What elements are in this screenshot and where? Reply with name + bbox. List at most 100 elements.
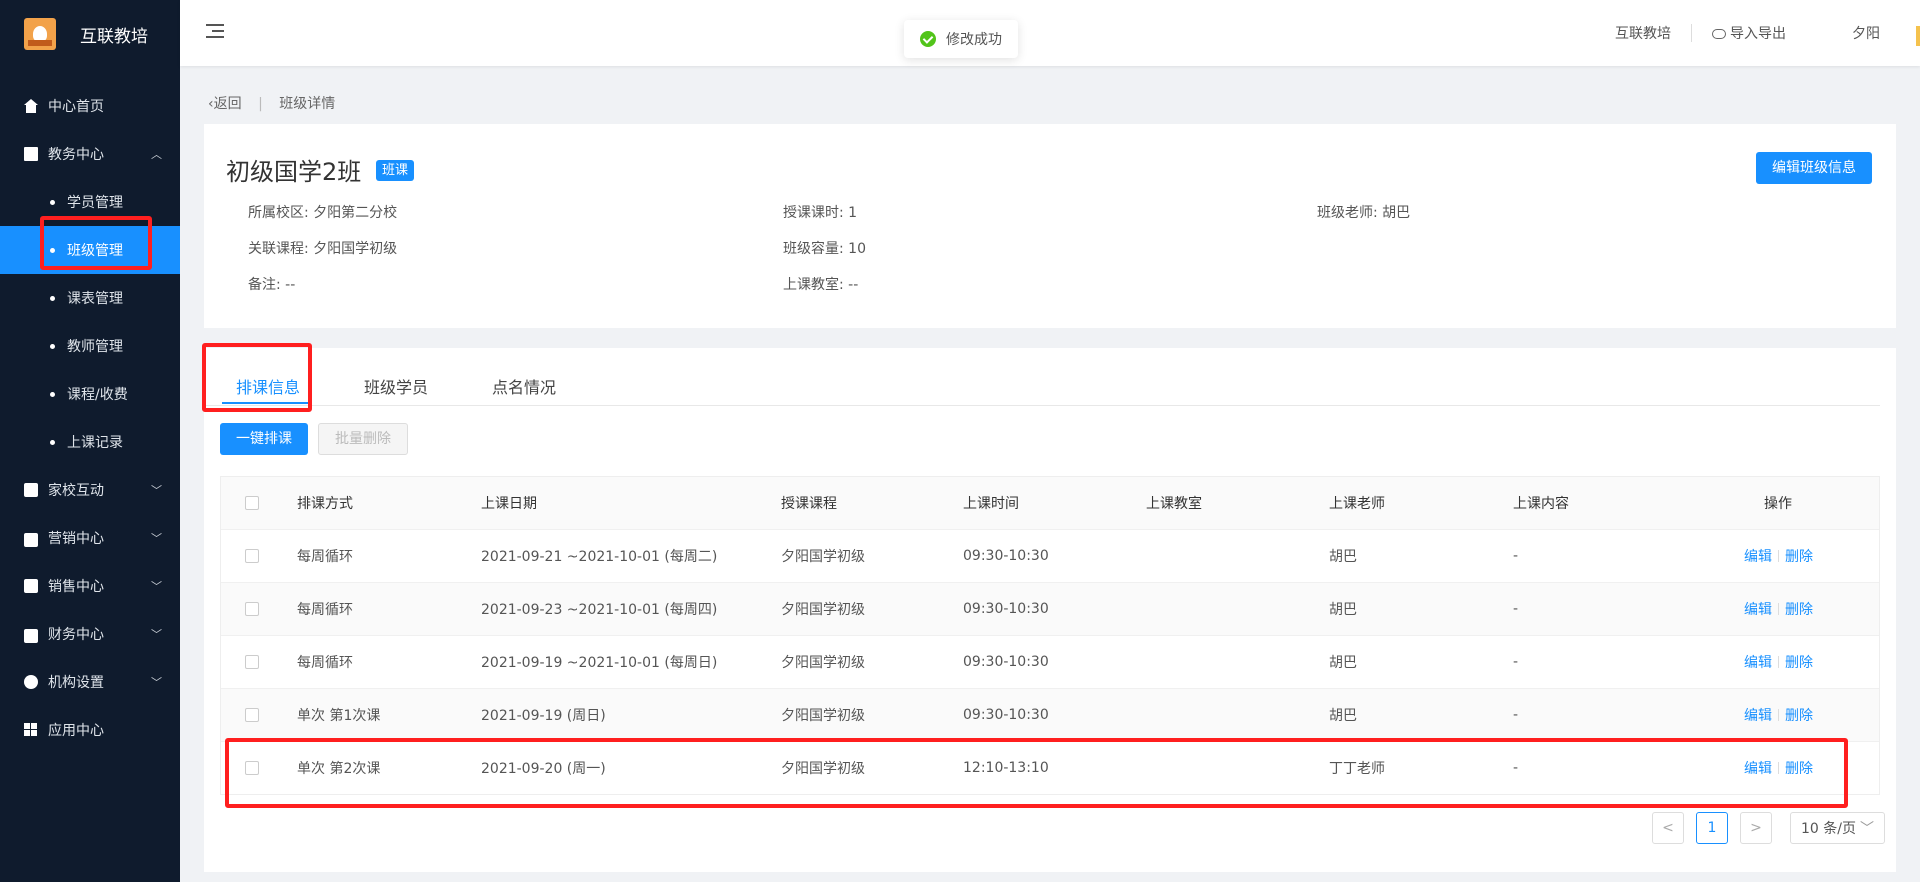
table-header: 排课方式 上课日期 授课课程 上课时间 上课教室 上课老师 上课内容 操作	[221, 477, 1879, 529]
cell-course: 夕阳国学初级	[781, 602, 865, 618]
sidebar-item-apps[interactable]: 应用中心	[0, 706, 180, 754]
success-icon	[920, 31, 936, 47]
sidebar-item-marketing[interactable]: 营销中心 ﹀	[0, 514, 180, 562]
cell-teacher: 胡巴	[1329, 708, 1357, 724]
header-actions: 互联教培 导入导出 夕阳	[1595, 0, 1900, 66]
cell-time: 09:30-10:30	[963, 601, 1049, 617]
tab-attendance[interactable]: 点名情况	[492, 374, 556, 398]
row-actions: 编辑 删除	[1744, 530, 1813, 582]
page-size-select[interactable]: 10 条/页 ﹀	[1790, 812, 1885, 844]
cell-content: -	[1513, 654, 1519, 670]
row-checkbox[interactable]	[245, 689, 259, 741]
sidebar-item-label: 教师管理	[67, 339, 123, 355]
row-actions: 编辑 删除	[1744, 583, 1813, 635]
cell-content: -	[1513, 707, 1519, 723]
success-toast: 修改成功	[904, 20, 1018, 58]
sidebar-item-label: 机构设置	[48, 675, 104, 691]
book-icon	[24, 147, 38, 161]
bullet-icon	[50, 247, 55, 253]
delete-link[interactable]: 删除	[1785, 705, 1813, 725]
grid-icon	[24, 723, 38, 737]
sidebar-item-home-school[interactable]: 家校互动 ﹀	[0, 466, 180, 514]
logo-title: 互联教培	[80, 26, 148, 47]
schedule-panel: 排课信息 班级学员 点名情况 一键排课 批量删除 排课方式 上课日期 授课课程 …	[204, 348, 1896, 872]
remark-info: 备注: --	[248, 277, 296, 293]
sidebar-item-courses[interactable]: 课程/收费	[0, 370, 180, 418]
sidebar-item-finance[interactable]: 财务中心 ﹀	[0, 610, 180, 658]
hours-info: 授课课时: 1	[783, 205, 858, 221]
sidebar-item-records[interactable]: 上课记录	[0, 418, 180, 466]
bullet-icon	[50, 391, 55, 397]
table-row: 每周循环 2021-09-23 ~2021-10-01 (每周四) 夕阳国学初级…	[221, 582, 1879, 635]
sidebar: 互联教培 中心首页 教务中心 ︿ 学员管理 班级管理 课表管理 教师管理 课程/…	[0, 0, 180, 882]
sidebar-item-academic[interactable]: 教务中心 ︿	[0, 130, 180, 178]
delete-link[interactable]: 删除	[1785, 599, 1813, 619]
cloud-icon	[1712, 29, 1726, 39]
sidebar-item-sales[interactable]: 销售中心 ﹀	[0, 562, 180, 610]
sidebar-item-students[interactable]: 学员管理	[0, 178, 180, 226]
edit-class-info-button[interactable]: 编辑班级信息	[1756, 152, 1872, 184]
sidebar-item-settings[interactable]: 机构设置 ﹀	[0, 658, 180, 706]
breadcrumb: ‹返回 | 班级详情	[208, 93, 335, 113]
tab-schedule-info[interactable]: 排课信息	[236, 374, 300, 398]
cell-date: 2021-09-19 (周日)	[481, 708, 606, 724]
class-info-card: 初级国学2班 班课 编辑班级信息 所属校区: 夕阳第二分校 关联课程: 夕阳国学…	[204, 124, 1896, 328]
row-checkbox[interactable]	[245, 636, 259, 688]
menu-collapse-icon[interactable]	[206, 24, 224, 38]
cell-time: 12:10-13:10	[963, 760, 1049, 776]
cell-date: 2021-09-21 ~2021-10-01 (每周二)	[481, 549, 718, 565]
auto-schedule-button[interactable]: 一键排课	[220, 423, 308, 455]
sidebar-item-teachers[interactable]: 教师管理	[0, 322, 180, 370]
cell-date: 2021-09-20 (周一)	[481, 761, 606, 777]
column-header: 上课老师	[1329, 496, 1385, 512]
back-link[interactable]: ‹返回	[208, 96, 242, 112]
delete-link[interactable]: 删除	[1785, 758, 1813, 778]
import-export-link[interactable]: 导入导出	[1692, 23, 1806, 43]
bag-icon	[24, 533, 38, 547]
delete-link[interactable]: 删除	[1785, 546, 1813, 566]
toast-message: 修改成功	[946, 32, 1002, 48]
campus-info: 所属校区: 夕阳第二分校	[248, 205, 398, 221]
tab-class-students[interactable]: 班级学员	[364, 374, 428, 398]
home-icon	[24, 99, 38, 113]
capacity-info: 班级容量: 10	[783, 241, 866, 257]
next-page-button[interactable]: >	[1740, 812, 1772, 844]
user-name[interactable]: 夕阳	[1806, 23, 1900, 43]
sidebar-item-home[interactable]: 中心首页	[0, 82, 180, 130]
delete-link[interactable]: 删除	[1785, 652, 1813, 672]
edit-link[interactable]: 编辑	[1744, 546, 1772, 566]
batch-delete-button[interactable]: 批量删除	[318, 423, 408, 455]
column-header: 授课课程	[781, 496, 837, 512]
course-info: 关联课程: 夕阳国学初级	[248, 241, 398, 257]
row-actions: 编辑 删除	[1744, 689, 1813, 741]
chevron-down-icon: ﹀	[151, 676, 162, 689]
column-header: 操作	[1764, 496, 1792, 512]
row-actions: 编辑 删除	[1744, 742, 1813, 794]
cell-course: 夕阳国学初级	[781, 708, 865, 724]
page-1-button[interactable]: 1	[1696, 812, 1728, 844]
logo: 互联教培	[0, 0, 180, 68]
row-checkbox[interactable]	[245, 583, 259, 635]
edit-link[interactable]: 编辑	[1744, 599, 1772, 619]
edit-link[interactable]: 编辑	[1744, 758, 1772, 778]
cell-time: 09:30-10:30	[963, 654, 1049, 670]
edit-link[interactable]: 编辑	[1744, 652, 1772, 672]
cell-content: -	[1513, 760, 1519, 776]
sidebar-item-classes[interactable]: 班级管理	[0, 226, 180, 274]
sidebar-item-timetable[interactable]: 课表管理	[0, 274, 180, 322]
cell-course: 夕阳国学初级	[781, 761, 865, 777]
select-all-checkbox[interactable]	[245, 477, 259, 529]
edit-link[interactable]: 编辑	[1744, 705, 1772, 725]
cell-time: 09:30-10:30	[963, 548, 1049, 564]
sidebar-item-label: 营销中心	[48, 531, 104, 547]
bullet-icon	[50, 439, 55, 445]
sidebar-item-label: 教务中心	[48, 147, 104, 163]
prev-page-button[interactable]: <	[1652, 812, 1684, 844]
row-checkbox[interactable]	[245, 742, 259, 794]
org-name[interactable]: 互联教培	[1595, 23, 1691, 43]
row-checkbox[interactable]	[245, 530, 259, 582]
sidebar-item-label: 家校互动	[48, 483, 104, 499]
column-header: 上课时间	[963, 496, 1019, 512]
gear-icon	[24, 675, 38, 689]
teacher-info: 班级老师: 胡巴	[1317, 205, 1411, 221]
